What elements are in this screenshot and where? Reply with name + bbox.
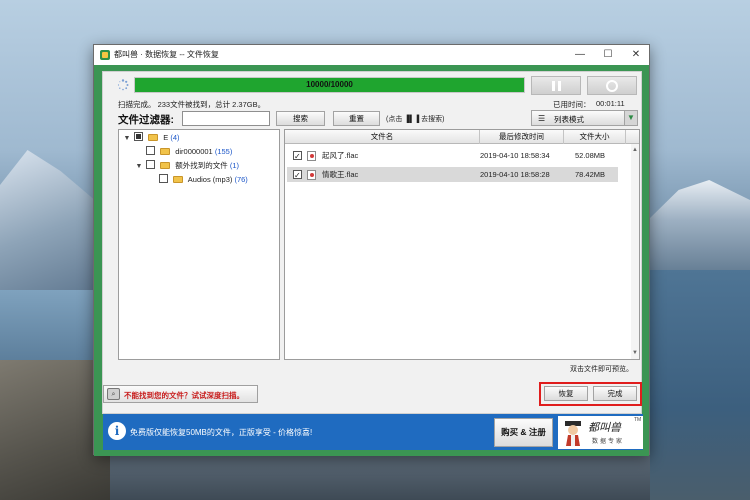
tree-item-count: (1) xyxy=(229,161,240,170)
deep-scan-button[interactable]: ⌕ 不能找到您的文件？试试深度扫描。 xyxy=(103,385,258,403)
column-header-modified[interactable]: 最后修改时间 xyxy=(480,130,564,144)
reset-button[interactable]: 重置 xyxy=(333,111,380,126)
app-icon xyxy=(100,50,110,60)
view-mode-dropdown-arrow[interactable]: ▼ xyxy=(624,110,638,126)
file-list-header: 文件名 最后修改时间 文件大小 xyxy=(285,130,639,144)
title-bar[interactable]: 都叫兽 · 数据恢复 -- 文件恢复 — ☐ ✕ xyxy=(94,45,649,65)
scroll-down-icon[interactable]: ▼ xyxy=(631,349,639,357)
elapsed-time-label: 已用时间： xyxy=(553,100,591,109)
file-name: 起风了.flac xyxy=(322,151,359,160)
file-size: 78.42MB xyxy=(575,170,606,179)
expand-icon[interactable]: ▼ xyxy=(134,161,144,173)
tree-checkbox[interactable] xyxy=(146,146,155,155)
audio-file-icon xyxy=(307,170,316,180)
view-mode-select[interactable]: ☰ 列表模式 xyxy=(531,110,625,126)
file-checkbox[interactable] xyxy=(293,168,302,183)
info-icon: i xyxy=(108,422,126,440)
file-checkbox[interactable] xyxy=(293,149,302,164)
list-view-icon: ☰ xyxy=(538,114,546,123)
tree-item-count: (4) xyxy=(170,133,180,142)
close-button[interactable]: ✕ xyxy=(622,45,650,65)
file-row[interactable]: 情歌王.flac 2019-04-10 18:58:28 78.42MB xyxy=(287,167,618,183)
deep-scan-label: 不能找到您的文件？试试深度扫描。 xyxy=(124,391,244,400)
file-row[interactable]: 起风了.flac 2019-04-10 18:58:34 52.08MB xyxy=(287,148,618,164)
tree-item-audios-mp3[interactable]: Audios (mp3) (76) xyxy=(159,174,248,186)
brand-mascot-icon xyxy=(565,421,581,446)
file-modified: 2019-04-10 18:58:28 xyxy=(480,170,550,179)
folder-icon xyxy=(148,134,159,141)
scan-progress-bar: 10000/10000 xyxy=(134,77,525,93)
scan-status-text: 扫描完成。 233文件被找到，总计 2.37GB。 xyxy=(118,100,266,109)
brand-name: 都叫兽 xyxy=(588,421,621,434)
promo-text: 免费版仅能恢复50MB的文件，正版享受 - 价格惊喜! xyxy=(130,428,313,437)
loading-spinner-icon xyxy=(117,79,129,91)
search-hint-text: (点击 ▐▌▐ 去搜索) xyxy=(386,116,445,123)
folder-icon xyxy=(160,148,171,155)
tree-item-label: Audios (mp3) xyxy=(187,175,233,184)
window-title: 都叫兽 · 数据恢复 -- 文件恢复 xyxy=(114,50,219,59)
filter-label: 文件过滤器: xyxy=(118,114,174,126)
column-header-size[interactable]: 文件大小 xyxy=(564,130,626,144)
background-water-right xyxy=(648,270,750,500)
scroll-up-icon[interactable]: ▲ xyxy=(631,146,639,154)
maximize-button[interactable]: ☐ xyxy=(594,45,622,65)
tree-item-count: (155) xyxy=(214,147,233,156)
tree-item-dir0000001[interactable]: dir0000001 (155) xyxy=(146,146,232,158)
tree-item-label: dir0000001 xyxy=(175,147,213,156)
elapsed-time-value: 00:01:11 xyxy=(596,99,625,108)
audio-file-icon xyxy=(307,151,316,161)
column-header-filename[interactable]: 文件名 xyxy=(285,130,480,144)
buy-register-button[interactable]: 购买 & 注册 xyxy=(494,418,553,447)
tree-item-drive-e[interactable]: ▼ E (4) xyxy=(122,132,180,144)
search-button[interactable]: 搜索 xyxy=(276,111,325,126)
file-modified: 2019-04-10 18:58:34 xyxy=(480,151,550,160)
tree-item-extra-files[interactable]: ▼ 额外找到的文件 (1) xyxy=(134,160,239,172)
recover-button[interactable]: 恢复 xyxy=(544,386,588,401)
file-list-scrollbar[interactable]: ▲ ▼ xyxy=(631,144,639,359)
magnifier-icon: ⌕ xyxy=(107,388,120,400)
finish-button[interactable]: 完成 xyxy=(593,386,637,401)
background-mountains-right xyxy=(648,180,750,280)
background-rock-bottom xyxy=(110,455,650,500)
file-name: 情歌王.flac xyxy=(322,170,359,179)
file-list-panel: 文件名 最后修改时间 文件大小 起风了.flac 2019-04-10 18:5… xyxy=(284,129,640,360)
brand-trademark: TM xyxy=(634,417,642,423)
folder-tree-panel: ▼ E (4) dir0000001 (155) ▼ 额外找到的文件 (1) A… xyxy=(118,129,280,360)
stop-icon xyxy=(606,80,618,92)
tree-item-label: E xyxy=(163,133,169,142)
tree-checkbox[interactable] xyxy=(146,160,156,169)
tree-item-count: (76) xyxy=(234,175,248,184)
view-mode-label: 列表模式 xyxy=(554,115,584,124)
tree-checkbox[interactable] xyxy=(134,132,144,141)
tree-checkbox[interactable] xyxy=(159,174,168,183)
folder-icon xyxy=(160,162,171,169)
pause-button[interactable] xyxy=(531,76,581,95)
stop-button[interactable] xyxy=(587,76,637,95)
pause-icon xyxy=(552,81,561,91)
brand-logo: 都叫兽 数据专家 TM xyxy=(558,416,643,449)
brand-subtitle: 数据专家 xyxy=(592,439,625,445)
file-size: 52.08MB xyxy=(575,151,606,160)
expand-icon[interactable]: ▼ xyxy=(122,133,132,145)
tree-item-label: 额外找到的文件 xyxy=(175,161,228,170)
preview-hint-text: 双击文件即可预览。 xyxy=(570,366,633,373)
minimize-button[interactable]: — xyxy=(566,45,594,65)
filter-input[interactable] xyxy=(182,111,270,126)
folder-icon xyxy=(173,176,184,183)
scan-progress-text: 10000/10000 xyxy=(306,80,353,89)
